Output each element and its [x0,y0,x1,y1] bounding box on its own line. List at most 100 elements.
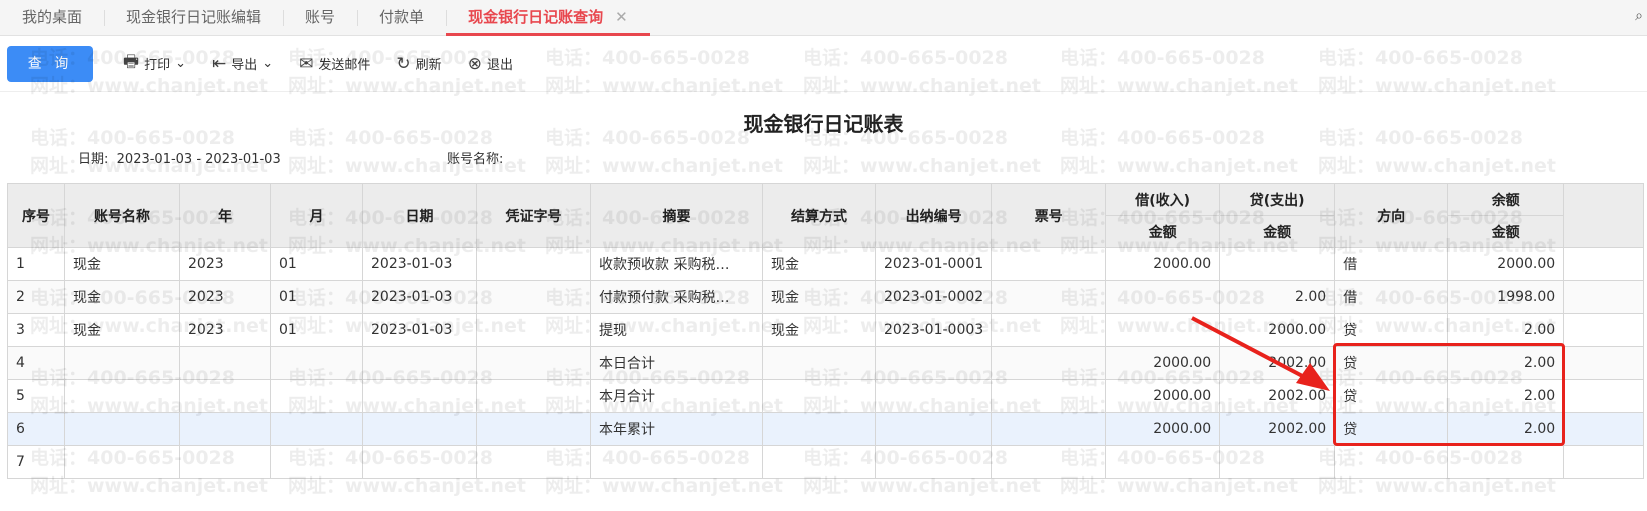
cell-ticket [991,313,1107,347]
cell-year [179,346,271,380]
refresh-button[interactable]: ↻ 刷新 [386,54,451,74]
annotation-highlight-box [1333,343,1565,446]
search-icon[interactable]: ⌕ [1635,8,1643,24]
tab-account[interactable]: 账号 [283,0,357,36]
cell-date: 2023-01-03 [362,247,477,281]
cell-direction: 贷 [1334,313,1449,347]
cell-cashier [874,379,993,413]
header-cashier: 出纳编号 [874,183,993,248]
cell-account [64,412,180,446]
tab-desktop[interactable]: 我的桌面 [0,0,104,36]
header-balance: 余额 [1447,183,1565,216]
cell-direction: 借 [1334,280,1449,314]
cell-seq: 6 [7,412,65,446]
tab-label: 现金银行日记账查询 [468,7,604,26]
tab-cash-journal-edit[interactable]: 现金银行日记账编辑 [104,0,283,36]
cell-summary: 提现 [590,313,763,347]
cell-cashier: 2023-01-0003 [874,313,993,347]
cell-month: 01 [270,280,363,314]
report-title: 现金银行日记账表 [743,112,904,136]
cell-date [362,379,477,413]
cell-cashier [874,346,993,380]
cell-settle: 现金 [762,247,876,281]
header-summary: 摘要 [590,183,763,248]
cell-extra [1563,412,1645,446]
cell-summary: 本年累计 [590,412,763,446]
cell-date [362,346,477,380]
close-circle-icon: ⊗ [467,53,482,74]
toolbar: 查 询 🖶 打印 ⌄ ⇤ 导出 ⌄ ✉ 发送邮件 ↻ 刷新 ⊗ 退出 [0,36,1647,92]
tab-cash-journal-query[interactable]: 现金银行日记账查询 ✕ [446,0,650,36]
cell-credit: 2002.00 [1219,346,1336,380]
cell-extra [1563,280,1645,314]
exit-button[interactable]: ⊗ 退出 [458,54,523,74]
cell-voucher [476,313,591,347]
cell-debit: 2000.00 [1105,379,1221,413]
refresh-label: 刷新 [415,58,442,73]
account-name: 账号名称: [447,148,503,167]
export-button[interactable]: ⇤ 导出 ⌄ [202,54,283,74]
tab-bar: 我的桌面 现金银行日记账编辑 账号 付款单 现金银行日记账查询 ✕ ⌕ [0,0,1647,36]
cell-month: 01 [270,313,363,347]
cell-settle: 现金 [762,313,876,347]
cell-debit: 2000.00 [1105,346,1221,380]
cell-year [179,445,271,479]
table-row[interactable]: 7 [7,445,1645,479]
cell-direction [1334,445,1449,479]
cell-debit: 2000.00 [1105,412,1221,446]
cell-cashier [874,412,993,446]
send-email-button[interactable]: ✉ 发送邮件 [289,54,380,74]
watermark-site: 网址：www.chanjet.net [545,155,783,177]
cell-voucher [476,280,591,314]
header-year: 年 [179,183,271,248]
cell-debit [1105,313,1221,347]
cell-ticket [991,247,1107,281]
print-button[interactable]: 🖶 打印 ⌄ [113,49,196,78]
cell-year: 2023 [179,313,271,347]
cell-credit: 2.00 [1219,280,1336,314]
cell-month [270,379,363,413]
cell-year [179,379,271,413]
cell-account: 现金 [64,247,180,281]
cell-voucher [476,412,591,446]
cell-month [270,412,363,446]
table-row[interactable]: 1 现金 2023 01 2023-01-03 收款预收款 采购税… 现金 2023-01-0… [7,247,1645,281]
query-button[interactable]: 查 询 [7,45,93,82]
cell-date: 2023-01-03 [362,313,477,347]
cell-settle [762,379,876,413]
header-voucher: 凭证字号 [476,183,591,248]
cell-balance: 2000.00 [1447,247,1565,281]
close-icon[interactable]: ✕ [615,8,628,26]
cell-summary: 付款预付款 采购税… [590,280,763,314]
header-date: 日期 [362,183,477,248]
email-label: 发送邮件 [318,58,371,73]
cell-account [64,379,180,413]
cell-extra [1563,346,1645,380]
watermark-site: 网址：www.chanjet.net [1060,155,1298,177]
header-balance-amount: 金额 [1447,215,1565,248]
cell-year [179,412,271,446]
cell-summary [590,445,763,479]
cell-seq: 1 [7,247,65,281]
cell-extra [1563,313,1645,347]
cell-date: 2023-01-03 [362,280,477,314]
tab-payment[interactable]: 付款单 [357,0,446,36]
export-icon: ⇤ [211,53,227,74]
cell-direction: 借 [1334,247,1449,281]
cell-credit: 2002.00 [1219,412,1336,446]
cell-ticket [991,280,1107,314]
table-row[interactable]: 2 现金 2023 01 2023-01-03 付款预付款 采购税… 现金 2023-01-0… [7,280,1645,314]
cell-summary: 收款预收款 采购税… [590,247,763,281]
cell-settle: 现金 [762,280,876,314]
header-settle: 结算方式 [762,183,876,248]
cell-ticket [991,412,1107,446]
cell-account: 现金 [64,313,180,347]
export-label: 导出 [231,58,258,73]
cell-cashier: 2023-01-0001 [874,247,993,281]
table-row[interactable]: 3 现金 2023 01 2023-01-03 提现 现金 2023-01-0003 2000.… [7,313,1645,347]
cell-month: 01 [270,247,363,281]
cell-year: 2023 [179,280,271,314]
chevron-down-icon: ⌄ [175,56,186,71]
cell-date [362,412,477,446]
cell-ticket [991,379,1107,413]
